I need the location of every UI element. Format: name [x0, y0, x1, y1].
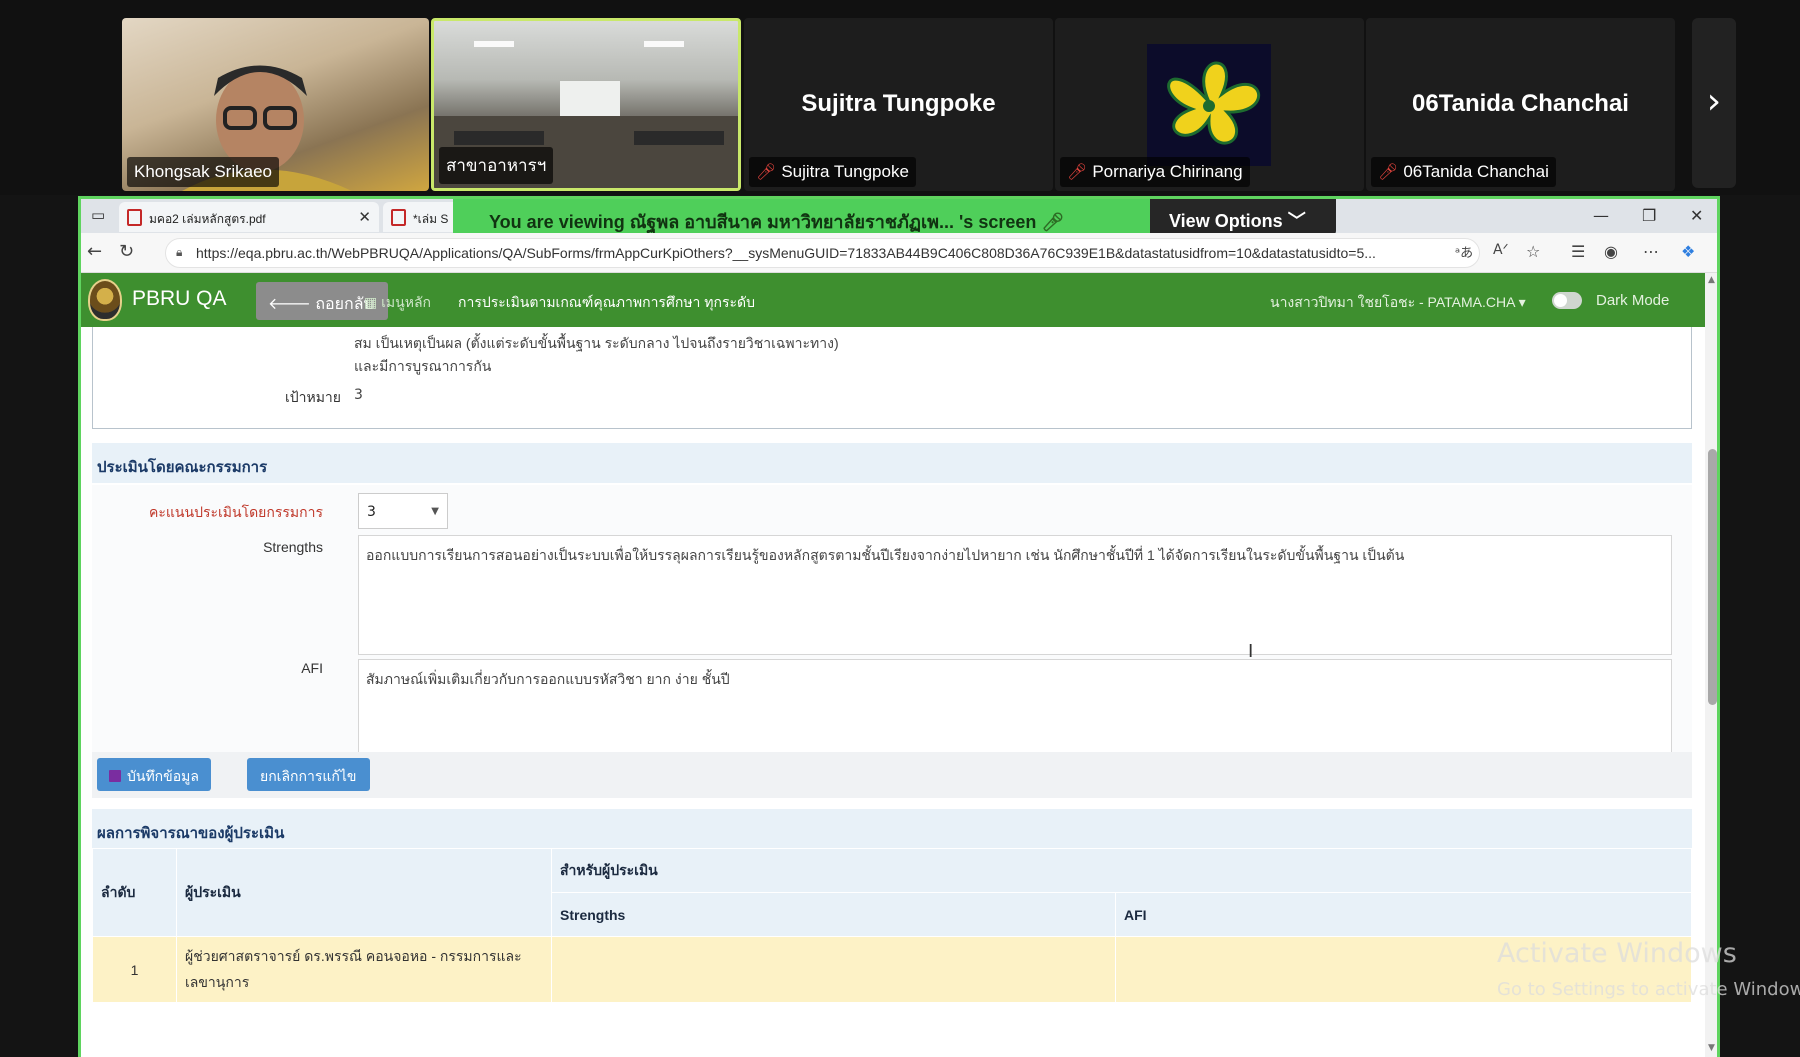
close-window-icon[interactable]: ✕ [1690, 206, 1703, 225]
table-row[interactable]: 1 ผู้ช่วยศาสตราจารย์ ดร.พรรณี คอนจอหอ - … [92, 936, 1692, 1003]
pdf-icon [127, 209, 142, 226]
grid-icon: ▦ [364, 294, 378, 310]
participant-strip: Khongsak Srikaeo สาขาอาหารฯ Sujitra Tung… [0, 0, 1800, 195]
app-brand[interactable]: PBRU QA [132, 287, 227, 311]
col-evaluator-header: ผู้ประเมิน [176, 848, 552, 937]
text-cursor-icon: I [1248, 641, 1254, 662]
scrollbar-thumb[interactable] [1708, 449, 1717, 705]
shared-screen: ▭ มคอ2 เล่มหลักสูตร.pdf ✕ *เล่ม S — ❐ ✕ … [78, 196, 1720, 1057]
strengths-textarea[interactable]: ออกแบบการเรียนการสอนอย่างเป็นระบบเพื่อให… [358, 535, 1672, 655]
dark-mode-label: Dark Mode [1596, 292, 1670, 309]
afi-label: AFI [301, 660, 323, 676]
tab-title: มคอ2 เล่มหลักสูตร.pdf [149, 212, 266, 226]
committee-section-title: ประเมินโดยคณะกรรมการ [92, 443, 1692, 483]
activate-windows-watermark: Activate Windows Go to Settings to activ… [1497, 938, 1800, 1000]
score-select[interactable]: 3 ▼ [358, 493, 448, 529]
score-label: คะแนนประเมินโดยกรรมการ [149, 504, 323, 520]
url-text: https://eqa.pbru.ac.th/WebPBRUQA/Applica… [196, 245, 1376, 261]
url-field[interactable]: 🔒︎ https://eqa.pbru.ac.th/WebPBRUQA/Appl… [165, 238, 1480, 268]
row-evaluator: ผู้ช่วยศาสตราจารย์ ดร.พรรณี คอนจอหอ - กร… [176, 936, 552, 1003]
minimize-icon[interactable]: — [1593, 206, 1609, 225]
scroll-down-icon[interactable]: ▼ [1708, 1043, 1715, 1053]
pdf-icon [391, 209, 406, 226]
row-no: 1 [92, 936, 177, 1003]
copilot-icon[interactable]: ❖ [1681, 242, 1695, 261]
next-participants-button[interactable]: › [1692, 18, 1736, 188]
col-no-header: ลำดับ [92, 848, 177, 937]
lock-icon: 🔒︎ [176, 245, 183, 259]
caret-down-icon: ▾ [1518, 294, 1526, 310]
participant-display-name: Sujitra Tungpoke [801, 90, 996, 117]
browser-tab[interactable]: *เล่ม S [383, 202, 463, 232]
view-options-button[interactable]: View Options ﹀ [1150, 199, 1336, 235]
participant-name-tag: 🎤︎ Sujitra Tungpoke [749, 157, 916, 187]
participant-display-name: 06Tanida Chanchai [1412, 90, 1629, 117]
kpi-description: สม เป็นเหตุเป็นผล (ตั้งแต่ระดับขั้นพื้นฐ… [354, 335, 839, 374]
university-logo [88, 279, 122, 321]
col-group-header: สำหรับผู้ประเมิน [551, 848, 1692, 893]
browser-tab[interactable]: มคอ2 เล่มหลักสูตร.pdf ✕ [119, 202, 379, 232]
participant-tile-5[interactable]: 06Tanida Chanchai 🎤︎ 06Tanida Chanchai [1366, 18, 1675, 191]
participant-tile-4[interactable]: 🎤︎ Pornariya Chirinang [1055, 18, 1364, 191]
back-arrow-icon[interactable]: ← [87, 241, 102, 262]
save-button[interactable]: บันทึกข้อมูล [97, 758, 211, 791]
app-header: PBRU QA 🡐 ถอยกลับ ▦ เมนูหลัก การประเมินต… [81, 273, 1705, 327]
participant-tile-1[interactable]: Khongsak Srikaeo [122, 18, 429, 191]
tab-actions-icon[interactable]: ▭ [91, 206, 105, 224]
close-tab-icon[interactable]: ✕ [358, 208, 371, 226]
mic-muted-icon: 🎤︎ [1378, 164, 1399, 181]
participant-tile-2[interactable]: สาขาอาหารฯ [431, 18, 741, 191]
read-aloud-icon[interactable]: Aᐟ [1493, 242, 1509, 258]
scroll-up-icon[interactable]: ▲ [1708, 275, 1715, 285]
more-menu-icon[interactable]: ⋯ [1643, 242, 1659, 261]
chevron-down-icon: ﹀ [1287, 211, 1306, 231]
restore-icon[interactable]: ❐ [1642, 206, 1656, 225]
row-strengths [551, 936, 1116, 1003]
form-button-row: บันทึกข้อมูล ยกเลิกการแก้ไข [92, 752, 1692, 798]
save-disk-icon [109, 770, 121, 782]
participant-name-tag: 🎤︎ Pornariya Chirinang [1060, 157, 1250, 187]
kpi-detail-box: สม เป็นเหตุเป็นผล (ตั้งแต่ระดับขั้นพื้นฐ… [92, 327, 1692, 429]
participant-tile-3[interactable]: Sujitra Tungpoke 🎤︎ Sujitra Tungpoke [744, 18, 1053, 191]
user-menu[interactable]: นางสาวปิทมา ใชยโอชะ - PATAMA.CHA ▾ [1270, 292, 1526, 314]
flower-avatar-icon [1147, 44, 1271, 166]
participant-name-tag: Khongsak Srikaeo [127, 157, 279, 187]
participant-name-tag: 🎤︎ 06Tanida Chanchai [1371, 157, 1556, 187]
translate-icon[interactable]: ᵃあ [1455, 242, 1473, 261]
tab-title: *เล่ม S [413, 212, 449, 226]
meeting-window: Khongsak Srikaeo สาขาอาหารฯ Sujitra Tung… [0, 0, 1800, 1057]
profile-icon[interactable]: ◉ [1604, 242, 1618, 261]
screen-share-banner: You are viewing ณัฐพล อาบสีนาค มหาวิทยาล… [453, 199, 1150, 235]
chevron-right-icon: › [1706, 81, 1722, 122]
address-bar: ← ↻ 🔒︎ https://eqa.pbru.ac.th/WebPBRUQA/… [81, 233, 1717, 273]
favorite-star-icon[interactable]: ☆ [1526, 242, 1540, 261]
col-strengths-header: Strengths [551, 892, 1116, 937]
target-value: 3 [354, 387, 363, 403]
participant-name-tag: สาขาอาหารฯ [439, 147, 554, 184]
mic-muted-icon: 🎤︎ [1041, 212, 1065, 232]
caret-down-icon: ▼ [431, 506, 439, 517]
refresh-icon[interactable]: ↻ [119, 241, 134, 262]
page-content: สม เป็นเหตุเป็นผล (ตั้งแต่ระดับขั้นพื้นฐ… [81, 327, 1705, 1057]
mic-muted-icon: 🎤︎ [756, 164, 777, 181]
main-menu-link[interactable]: ▦ เมนูหลัก [364, 292, 431, 314]
col-afi-header: AFI [1115, 892, 1692, 937]
arrow-left-icon: 🡐 [268, 296, 311, 313]
results-section-title: ผลการพิจารณาของผู้ประเมิน [92, 809, 1692, 849]
dark-mode-toggle[interactable] [1552, 292, 1582, 309]
results-table: ลำดับ ผู้ประเมิน สำหรับผู้ประเมิน Streng… [92, 848, 1692, 1003]
mic-muted-icon: 🎤︎ [1067, 164, 1088, 181]
cancel-edit-button[interactable]: ยกเลิกการแก้ไข [247, 758, 370, 791]
strengths-label: Strengths [263, 539, 323, 555]
favorites-list-icon[interactable]: ☰ [1571, 242, 1585, 261]
target-label: เป้าหมาย [284, 389, 341, 405]
breadcrumb[interactable]: การประเมินตามเกณฑ์คุณภาพการศึกษา ทุกระดั… [458, 292, 755, 314]
